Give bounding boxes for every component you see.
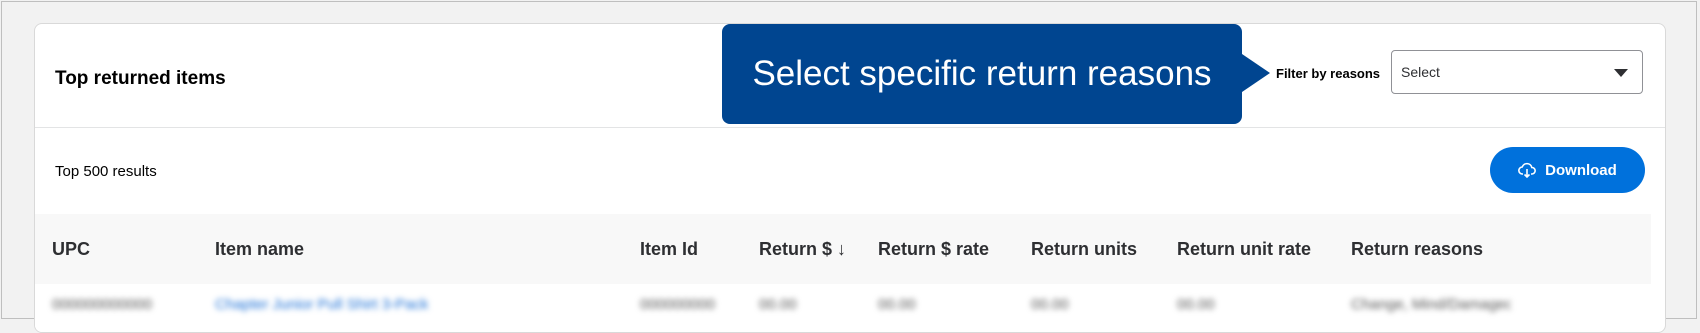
column-return-units[interactable]: Return units (1031, 239, 1137, 260)
cloud-download-icon (1518, 162, 1537, 178)
column-item-id[interactable]: Item Id (640, 239, 698, 260)
column-item-name[interactable]: Item name (215, 239, 304, 260)
cell-return-dollars: 00.00 (759, 296, 797, 313)
card-title: Top returned items (55, 68, 226, 89)
download-button[interactable]: Download (1490, 147, 1645, 193)
download-label: Download (1545, 161, 1617, 179)
cell-return-reasons: Change, Mind/Damaged... (1351, 296, 1511, 313)
table-row[interactable]: 000000000000 Chapter Junior Pull Shirt 3… (35, 284, 1651, 332)
caret-down-icon (1614, 69, 1628, 77)
cell-upc: 000000000000 (52, 296, 153, 313)
cell-item-name-link[interactable]: Chapter Junior Pull Shirt 3-Pack (215, 296, 428, 313)
column-return-reasons[interactable]: Return reasons (1351, 239, 1483, 260)
filter-by-reasons-label: Filter by reasons (1276, 66, 1381, 81)
cell-return-unit-rate: 00.00 (1177, 296, 1215, 313)
tooltip-arrow (1242, 54, 1270, 92)
filter-tooltip: Select specific return reasons (722, 24, 1242, 124)
tooltip-text: Select specific return reasons (752, 54, 1212, 93)
column-return-dollars[interactable]: Return $ ↓ (759, 239, 846, 260)
column-return-unit-rate[interactable]: Return unit rate (1177, 239, 1311, 260)
table-header: UPC Item name Item Id Return $ ↓ Return … (35, 214, 1651, 284)
filter-reasons-select[interactable]: Select (1391, 50, 1643, 94)
column-upc[interactable]: UPC (52, 239, 90, 260)
select-value: Select (1401, 64, 1440, 80)
column-return-dollar-rate[interactable]: Return $ rate (878, 239, 989, 260)
cell-item-id: 000000000 (640, 296, 716, 313)
cell-return-units: 00.00 (1031, 296, 1069, 313)
cell-return-dollar-rate: 00.00 (878, 296, 916, 313)
results-count: Top 500 results (55, 163, 157, 180)
